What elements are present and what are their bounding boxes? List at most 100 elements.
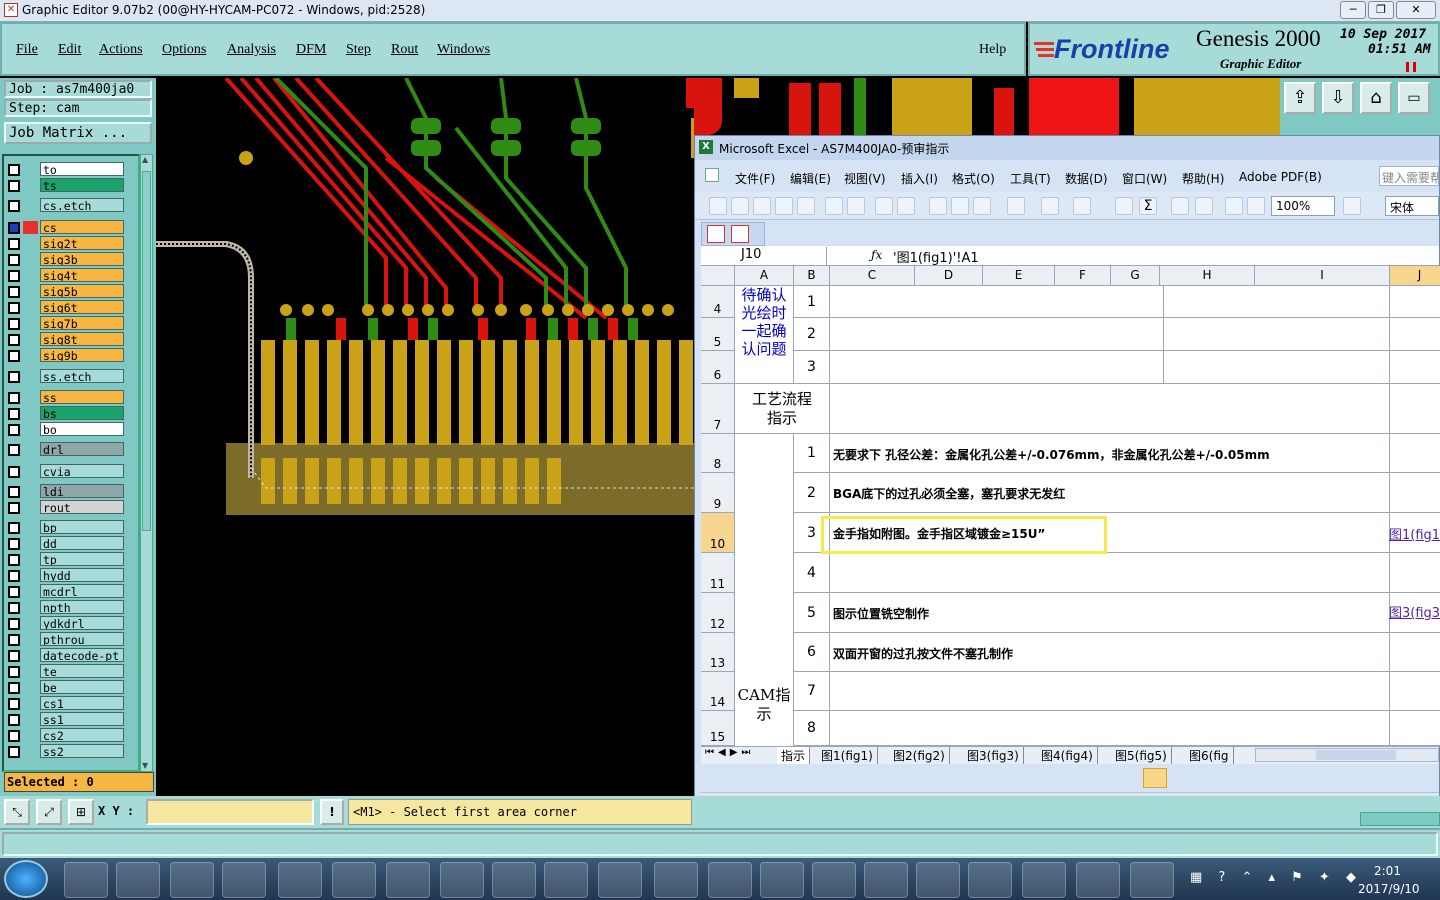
tool-button-4[interactable]: ▭ [1398, 82, 1430, 114]
sheet-tab[interactable]: 图2(fig2) [889, 747, 950, 764]
layer-row-sig9b[interactable]: sig9b [6, 348, 124, 363]
layer-checkbox[interactable] [8, 554, 20, 566]
print-icon[interactable] [825, 197, 843, 215]
layer-row-sig5b[interactable]: sig5b [6, 284, 124, 299]
zoom-select[interactable]: 100% [1271, 196, 1335, 216]
cut-icon[interactable] [929, 197, 947, 215]
layer-checkbox[interactable] [8, 334, 20, 346]
layer-row-npth[interactable]: npth [6, 600, 124, 615]
graphic-canvas[interactable] [156, 78, 694, 796]
layer-row-bp[interactable]: bp [6, 520, 124, 535]
layer-row-ldi[interactable]: ldi [6, 484, 124, 499]
layer-checkbox[interactable] [8, 570, 20, 582]
layer-row-drl[interactable]: drl [6, 442, 124, 457]
layer-checkbox[interactable] [8, 408, 20, 420]
horizontal-scrollbar[interactable] [1255, 748, 1439, 762]
sort-descending-icon[interactable] [1195, 197, 1213, 215]
zoom-fit-icon[interactable]: ⤢ [36, 799, 62, 825]
layer-checkbox[interactable] [8, 730, 20, 742]
column-header-f[interactable]: F [1055, 266, 1111, 286]
layer-checkbox[interactable] [8, 618, 20, 630]
row-number-cell[interactable]: 3 [794, 513, 830, 553]
taskbar-scanner-icon[interactable] [170, 862, 214, 898]
layer-row-sig3b[interactable]: sig3b [6, 252, 124, 267]
autosum-icon[interactable]: Σ [1139, 197, 1157, 215]
drawing-icon[interactable] [1247, 197, 1265, 215]
row-header[interactable]: 11 [701, 553, 735, 593]
sheet-grid[interactable]: ABCDEFGHIJ 4 1 5 2 6 3 7 8 1 无要求下 孔径公差：金属化孔公差+/-0… [701, 266, 1440, 746]
menu-windows[interactable]: Windows [437, 42, 490, 58]
row-number-cell[interactable]: 1 [794, 434, 830, 473]
save-icon[interactable] [753, 197, 771, 215]
cell-j[interactable] [1390, 384, 1440, 434]
column-header-b[interactable]: B [794, 266, 830, 286]
layer-row-sig4t[interactable]: sig4t [6, 268, 124, 283]
taskbar-word-icon[interactable] [1076, 862, 1120, 898]
help-icon[interactable] [1343, 197, 1361, 215]
taskbar-shell-icon[interactable] [278, 862, 322, 898]
content-cell[interactable]: 金手指如附图。金手指区域镀金≥15U” [830, 513, 1390, 553]
column-header-a[interactable]: A [735, 266, 794, 286]
taskbar-window-x-icon-5[interactable] [916, 862, 960, 898]
cell-j[interactable] [1390, 672, 1440, 711]
layer-checkbox[interactable] [8, 371, 20, 383]
sheet-tab[interactable]: 图6(fig [1185, 747, 1234, 764]
taskbar-app-f-icon[interactable] [222, 862, 266, 898]
open-icon[interactable] [731, 197, 749, 215]
layer-checkbox[interactable] [8, 424, 20, 436]
taskbar-window-x-icon-3[interactable] [812, 862, 856, 898]
hyperlink-fig3[interactable]: 图3(fig3 [1389, 602, 1440, 621]
row-header[interactable]: 4 [701, 286, 735, 318]
layer-row-tp[interactable]: tp [6, 552, 124, 567]
content-cell[interactable]: BGA底下的过孔必须全塞，塞孔要求无发红 [830, 473, 1390, 513]
minimize-button[interactable]: ─ [1340, 1, 1366, 19]
sheet-tab[interactable]: 图4(fig4) [1037, 747, 1098, 764]
taskbar-save-disk-icon[interactable] [116, 862, 160, 898]
layer-checkbox[interactable] [8, 502, 20, 514]
row-number-cell[interactable]: 8 [794, 711, 830, 746]
draw-tool-icon[interactable] [1143, 768, 1167, 788]
cell-h[interactable] [1164, 318, 1390, 351]
row-number-cell[interactable]: 7 [794, 672, 830, 711]
chart-wizard-icon[interactable] [1225, 197, 1243, 215]
sheet-tab[interactable]: 图1(fig1) [817, 747, 878, 764]
new-icon[interactable] [709, 197, 727, 215]
xl-menu-data[interactable]: 数据(D) [1065, 170, 1108, 187]
close-button[interactable]: ✕ [1396, 1, 1436, 19]
email-icon[interactable] [797, 197, 815, 215]
taskbar-eye-icon[interactable] [654, 862, 698, 898]
layer-row-rout[interactable]: rout [6, 500, 124, 515]
layer-row-cs2[interactable]: cs2 [6, 728, 124, 743]
menu-analysis[interactable]: Analysis [227, 42, 276, 58]
taskbar-excel-icon-3[interactable] [544, 862, 588, 898]
layer-row-sig2t[interactable]: sig2t [6, 236, 124, 251]
content-cell[interactable] [830, 553, 1390, 593]
row-number-cell[interactable]: 3 [794, 351, 830, 384]
layer-row-ydkdrl[interactable]: ydkdrl [6, 616, 124, 631]
layer-checkbox[interactable] [8, 586, 20, 598]
grid-icon[interactable]: ⊞ [68, 799, 94, 825]
layer-checkbox[interactable] [8, 538, 20, 550]
xl-menu-format[interactable]: 格式(O) [952, 170, 995, 187]
row-header[interactable]: 15 [701, 711, 735, 746]
layer-checkbox[interactable] [8, 392, 20, 404]
format-painter-icon[interactable] [1007, 197, 1025, 215]
layer-row-sig8t[interactable]: sig8t [6, 332, 124, 347]
layer-checkbox[interactable] [8, 714, 20, 726]
taskbar-window-x-icon[interactable] [708, 862, 752, 898]
row-header[interactable]: 12 [701, 593, 735, 633]
layer-checkbox[interactable] [8, 302, 20, 314]
row-header[interactable]: 13 [701, 633, 735, 672]
pause-icon[interactable] [1406, 62, 1416, 72]
research-icon[interactable] [897, 197, 915, 215]
layer-row-ss.etch[interactable]: ss.etch [6, 369, 124, 384]
row-header[interactable]: 9 [701, 473, 735, 513]
print-preview-icon[interactable] [847, 197, 865, 215]
content-cell[interactable]: 无要求下 孔径公差：金属化孔公差+/-0.076mm，非金属化孔公差+/-0.0… [830, 434, 1390, 473]
taskbar-window-x-icon-4[interactable] [864, 862, 908, 898]
cell-j[interactable] [1390, 473, 1440, 513]
tool-button-3[interactable]: ⌂ [1360, 82, 1392, 114]
cell-j[interactable] [1390, 351, 1440, 384]
layer-row-mcdrl[interactable]: mcdrl [6, 584, 124, 599]
sheet-tab[interactable]: 图3(fig3) [963, 747, 1024, 764]
